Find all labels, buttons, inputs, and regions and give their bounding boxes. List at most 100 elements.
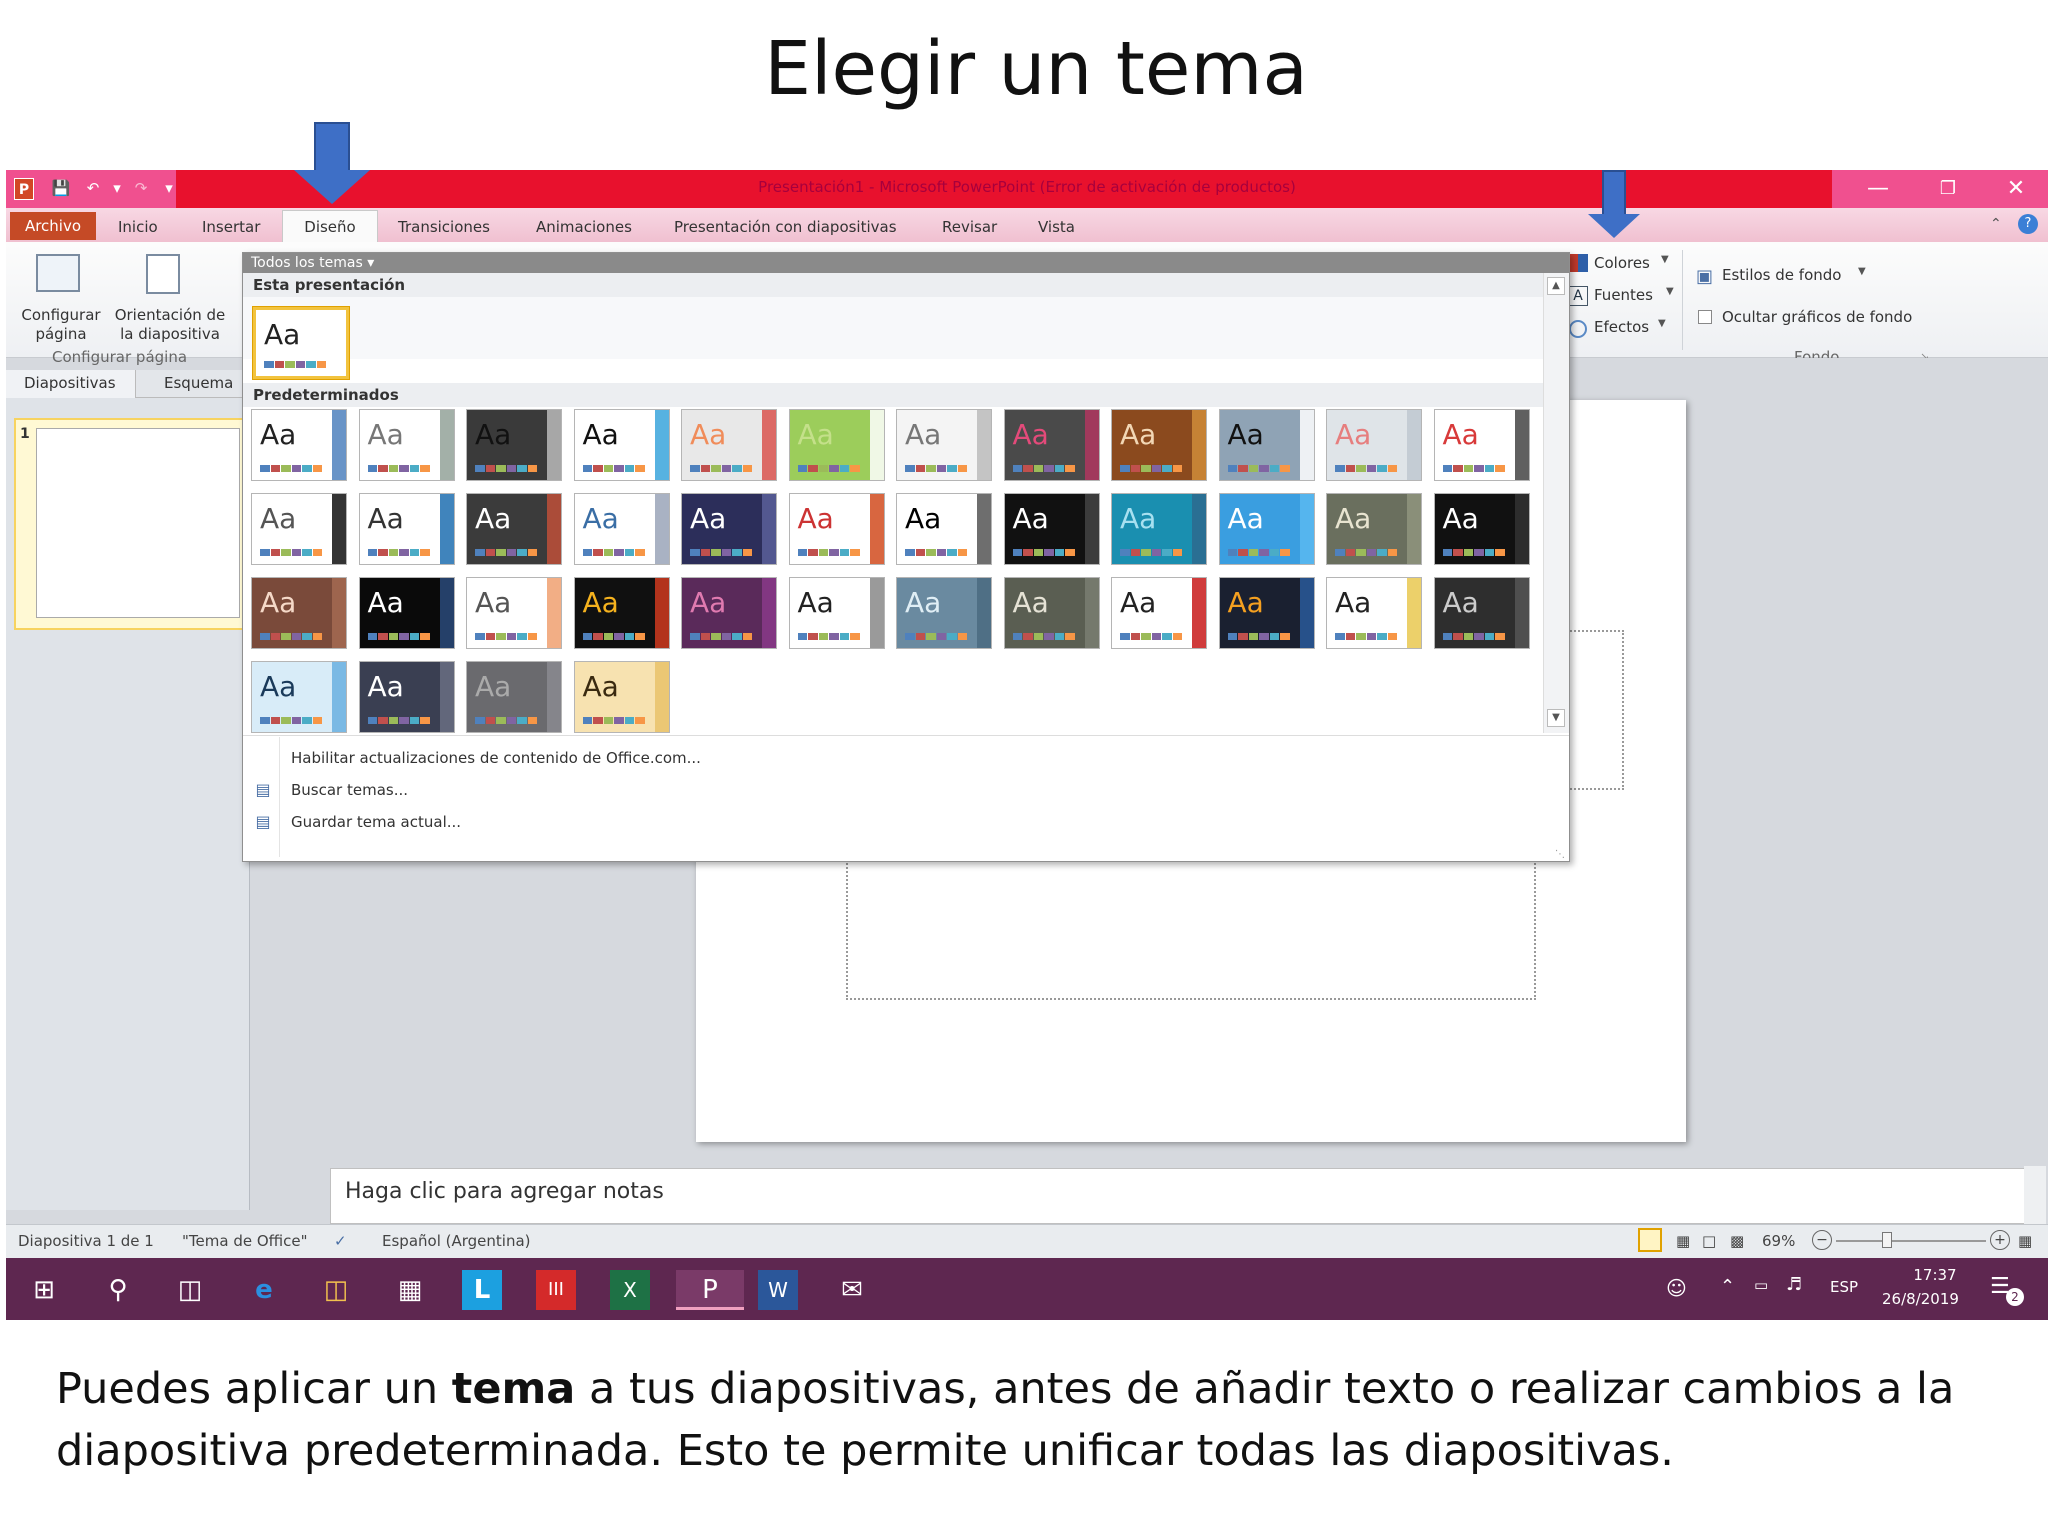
theme-thumbnail[interactable]: Aa: [1218, 493, 1315, 565]
battery-icon[interactable]: ▭: [1754, 1276, 1768, 1294]
theme-thumbnail[interactable]: Aa: [358, 493, 455, 565]
task-view-icon[interactable]: ◫: [170, 1270, 210, 1310]
tray-chevron-icon[interactable]: ⌃: [1720, 1276, 1735, 1297]
colores-dropdown-icon[interactable]: ▼: [1661, 254, 1669, 265]
zoom-slider-thumb[interactable]: [1882, 1232, 1892, 1248]
theme-thumbnail[interactable]: Aa: [251, 661, 347, 733]
word-icon[interactable]: W: [758, 1270, 798, 1310]
theme-thumbnail[interactable]: Aa: [573, 577, 670, 649]
mail-icon[interactable]: ✉: [832, 1270, 872, 1310]
help-icon[interactable]: ?: [2018, 214, 2038, 234]
theme-thumbnail[interactable]: Aa: [1218, 577, 1315, 649]
excel-icon[interactable]: X: [610, 1270, 650, 1310]
fuentes-dropdown-icon[interactable]: ▼: [1666, 286, 1674, 297]
theme-thumbnail[interactable]: Aa: [251, 493, 347, 565]
folder-icon[interactable]: ◫: [316, 1270, 356, 1310]
menu-habilitar-actualizaciones[interactable]: Habilitar actualizaciones de contenido d…: [291, 749, 701, 767]
theme-thumbnail[interactable]: Aa: [358, 409, 455, 481]
theme-thumbnail[interactable]: Aa: [788, 493, 885, 565]
language-indicator[interactable]: Español (Argentina): [382, 1232, 531, 1250]
spellcheck-icon[interactable]: ✓: [334, 1232, 347, 1250]
resize-grip-icon[interactable]: ⋱: [1555, 849, 1565, 860]
tab-revisar[interactable]: Revisar: [934, 214, 1005, 242]
theme-thumbnail[interactable]: Aa: [1003, 577, 1100, 649]
slide-sorter-icon[interactable]: ▦: [1676, 1232, 1690, 1250]
tab-transiciones[interactable]: Transiciones: [390, 214, 498, 242]
tab-esquema[interactable]: Esquema: [164, 374, 233, 392]
clock-date[interactable]: 26/8/2019: [1882, 1290, 1959, 1308]
theme-thumbnail[interactable]: Aa: [1326, 493, 1422, 565]
zoom-out-icon[interactable]: −: [1812, 1230, 1832, 1250]
tab-diseno[interactable]: Diseño: [282, 210, 378, 244]
tab-vista[interactable]: Vista: [1030, 214, 1083, 242]
zoom-in-icon[interactable]: +: [1990, 1230, 2010, 1250]
theme-thumbnail[interactable]: Aa: [358, 661, 455, 733]
theme-thumbnail[interactable]: Aa: [573, 409, 670, 481]
theme-thumbnail[interactable]: Aa: [1111, 493, 1207, 565]
theme-thumbnail[interactable]: Aa: [788, 577, 885, 649]
theme-thumbnail[interactable]: Aa: [1218, 409, 1315, 481]
restore-icon[interactable]: ❐: [1922, 174, 1974, 204]
zoom-level[interactable]: 69%: [1762, 1232, 1795, 1250]
theme-thumbnail[interactable]: Aa: [1003, 409, 1100, 481]
scroll-up-icon[interactable]: ▲: [1547, 277, 1565, 295]
colores-button[interactable]: Colores: [1594, 254, 1650, 272]
theme-thumbnail[interactable]: Aa: [1326, 409, 1422, 481]
edge-icon[interactable]: e: [244, 1270, 284, 1310]
theme-thumbnail[interactable]: Aa: [466, 493, 562, 565]
theme-thumbnail[interactable]: Aa: [896, 493, 992, 565]
estilos-fondo-button[interactable]: Estilos de fondo: [1722, 266, 1841, 284]
theme-thumbnail[interactable]: Aa: [1433, 493, 1530, 565]
theme-thumbnail[interactable]: Aa: [466, 661, 562, 733]
theme-thumbnail[interactable]: Aa: [896, 409, 992, 481]
clock-time[interactable]: 17:37: [1896, 1266, 1974, 1284]
theme-thumbnail[interactable]: Aa: [681, 409, 777, 481]
orientation-icon[interactable]: [146, 254, 180, 294]
menu-guardar-tema[interactable]: Guardar tema actual...: [291, 813, 461, 831]
close-icon[interactable]: ✕: [1990, 174, 2042, 204]
scroll-down-icon[interactable]: ▼: [1547, 709, 1565, 727]
store-icon[interactable]: ▦: [390, 1270, 430, 1310]
gallery-scrollbar[interactable]: [1543, 273, 1569, 733]
tab-diapositivas[interactable]: Diapositivas: [6, 370, 136, 398]
efectos-button[interactable]: Efectos: [1594, 318, 1649, 336]
search-icon[interactable]: ⚲: [98, 1270, 138, 1310]
normal-view-icon[interactable]: [1638, 1228, 1662, 1252]
theme-current[interactable]: Aa: [253, 307, 349, 379]
minimize-icon[interactable]: —: [1852, 174, 1904, 204]
slide-thumbnail[interactable]: [36, 428, 240, 618]
theme-thumbnail[interactable]: Aa: [466, 409, 562, 481]
lync-icon[interactable]: L: [462, 1270, 502, 1310]
theme-thumbnail[interactable]: Aa: [681, 493, 777, 565]
tab-inicio[interactable]: Inicio: [110, 214, 166, 242]
theme-thumbnail[interactable]: Aa: [573, 493, 670, 565]
estilos-fondo-dropdown-icon[interactable]: ▼: [1858, 266, 1866, 277]
people-icon[interactable]: ☺: [1666, 1276, 1687, 1300]
collapse-ribbon-icon[interactable]: ⌃: [1990, 216, 2002, 232]
theme-thumbnail[interactable]: Aa: [896, 577, 992, 649]
volume-icon[interactable]: ♬: [1786, 1274, 1802, 1295]
orientacion-button[interactable]: Orientación de la diapositiva: [108, 306, 232, 344]
tab-insertar[interactable]: Insertar: [194, 214, 268, 242]
reading-view-icon[interactable]: □: [1702, 1232, 1716, 1250]
theme-thumbnail[interactable]: Aa: [1326, 577, 1422, 649]
theme-thumbnail[interactable]: Aa: [788, 409, 885, 481]
theme-thumbnail[interactable]: Aa: [466, 577, 562, 649]
tab-archivo[interactable]: Archivo: [10, 212, 96, 240]
slideshow-icon[interactable]: ▩: [1730, 1232, 1744, 1250]
theme-thumbnail[interactable]: Aa: [1111, 409, 1207, 481]
menu-buscar-temas[interactable]: Buscar temas...: [291, 781, 408, 799]
fuentes-button[interactable]: Fuentes: [1594, 286, 1653, 304]
theme-thumbnail[interactable]: Aa: [573, 661, 670, 733]
theme-thumbnail[interactable]: Aa: [1433, 409, 1530, 481]
subtitle-placeholder[interactable]: [846, 860, 1536, 1000]
tab-animaciones[interactable]: Animaciones: [528, 214, 640, 242]
powerpoint-icon[interactable]: P: [676, 1270, 744, 1310]
theme-thumbnail[interactable]: Aa: [251, 577, 347, 649]
theme-thumbnail[interactable]: Aa: [681, 577, 777, 649]
theme-thumbnail[interactable]: Aa: [1003, 493, 1100, 565]
notes-scrollbar[interactable]: [2024, 1166, 2046, 1224]
zoom-slider[interactable]: [1836, 1240, 1986, 1242]
windows-start-icon[interactable]: ⊞: [24, 1270, 64, 1310]
fit-window-icon[interactable]: ▦: [2018, 1232, 2032, 1250]
